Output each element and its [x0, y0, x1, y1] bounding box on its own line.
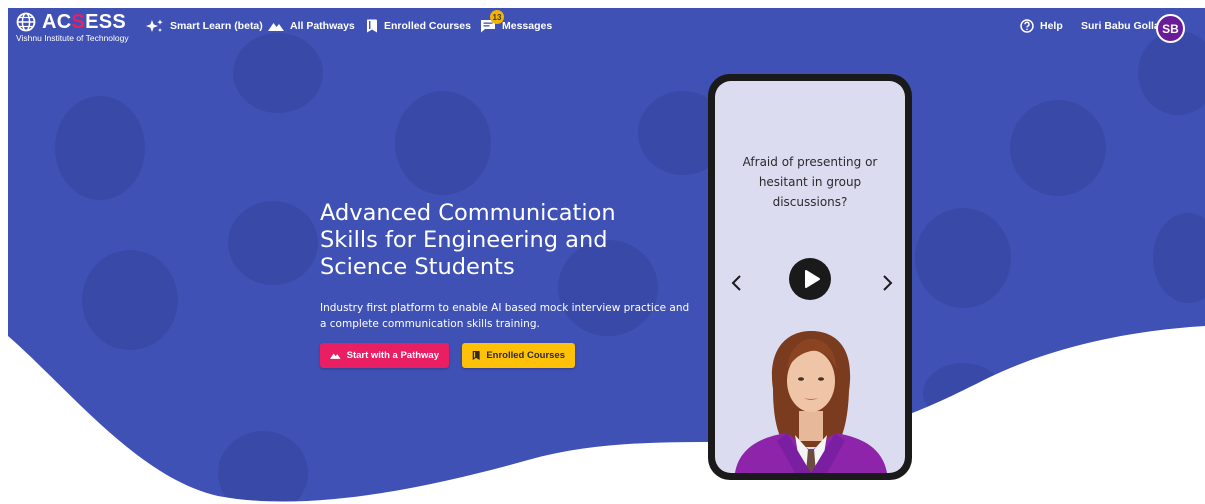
- brand-subtitle: Vishnu Institute of Technology: [16, 33, 129, 43]
- nav-all-pathways-label: All Pathways: [290, 20, 355, 32]
- phone-question: Afraid of presenting or hesitant in grou…: [742, 155, 878, 209]
- globe-icon: [16, 12, 36, 32]
- nav-all-pathways[interactable]: All Pathways: [268, 17, 355, 35]
- enrolled-courses-button[interactable]: Enrolled Courses: [462, 343, 575, 368]
- presenter-image: [735, 331, 887, 473]
- hero-title: Advanced Communication Skills for Engine…: [320, 200, 616, 280]
- top-nav: ACSESS Vishnu Institute of Technology Sm…: [8, 8, 1205, 48]
- nav-enrolled-courses[interactable]: Enrolled Courses: [366, 17, 471, 35]
- nav-messages-label: Messages: [502, 20, 553, 32]
- nav-messages[interactable]: 13 Messages: [480, 10, 553, 35]
- hero-description: Industry first platform to enable AI bas…: [320, 302, 690, 330]
- messages-icon-wrap: 13: [480, 10, 504, 33]
- enrolled-courses-label: Enrolled Courses: [486, 350, 565, 361]
- start-pathway-button[interactable]: Start with a Pathway: [320, 343, 449, 368]
- nav-help[interactable]: Help: [1020, 17, 1063, 35]
- nav-smart-learn[interactable]: Smart Learn (beta): [146, 17, 263, 35]
- sparkle-icon: [146, 19, 163, 32]
- mountain-icon: [330, 353, 341, 359]
- messages-count-badge: 13: [490, 10, 504, 24]
- play-button[interactable]: [789, 258, 831, 300]
- nav-help-label: Help: [1040, 20, 1063, 32]
- avatar[interactable]: SB: [1156, 14, 1185, 43]
- bookmark-icon: [472, 350, 480, 361]
- phone-mockup: Afraid of presenting or hesitant in grou…: [708, 74, 912, 480]
- user-name[interactable]: Suri Babu Golla: [1081, 17, 1160, 35]
- brand-name: ACSESS: [42, 11, 127, 33]
- chevron-right-icon[interactable]: [879, 273, 895, 293]
- chevron-left-icon[interactable]: [729, 273, 745, 293]
- start-pathway-label: Start with a Pathway: [346, 350, 439, 361]
- play-icon: [805, 270, 820, 288]
- brand-logo[interactable]: ACSESS Vishnu Institute of Technology: [16, 11, 136, 47]
- phone-screen: Afraid of presenting or hesitant in grou…: [715, 81, 905, 473]
- nav-smart-learn-label: Smart Learn (beta): [170, 20, 263, 32]
- bookmark-icon: [366, 19, 377, 33]
- help-circle-icon: [1020, 19, 1034, 33]
- user-name-label: Suri Babu Golla: [1081, 20, 1160, 32]
- nav-enrolled-courses-label: Enrolled Courses: [384, 20, 471, 32]
- mountain-icon: [268, 23, 284, 31]
